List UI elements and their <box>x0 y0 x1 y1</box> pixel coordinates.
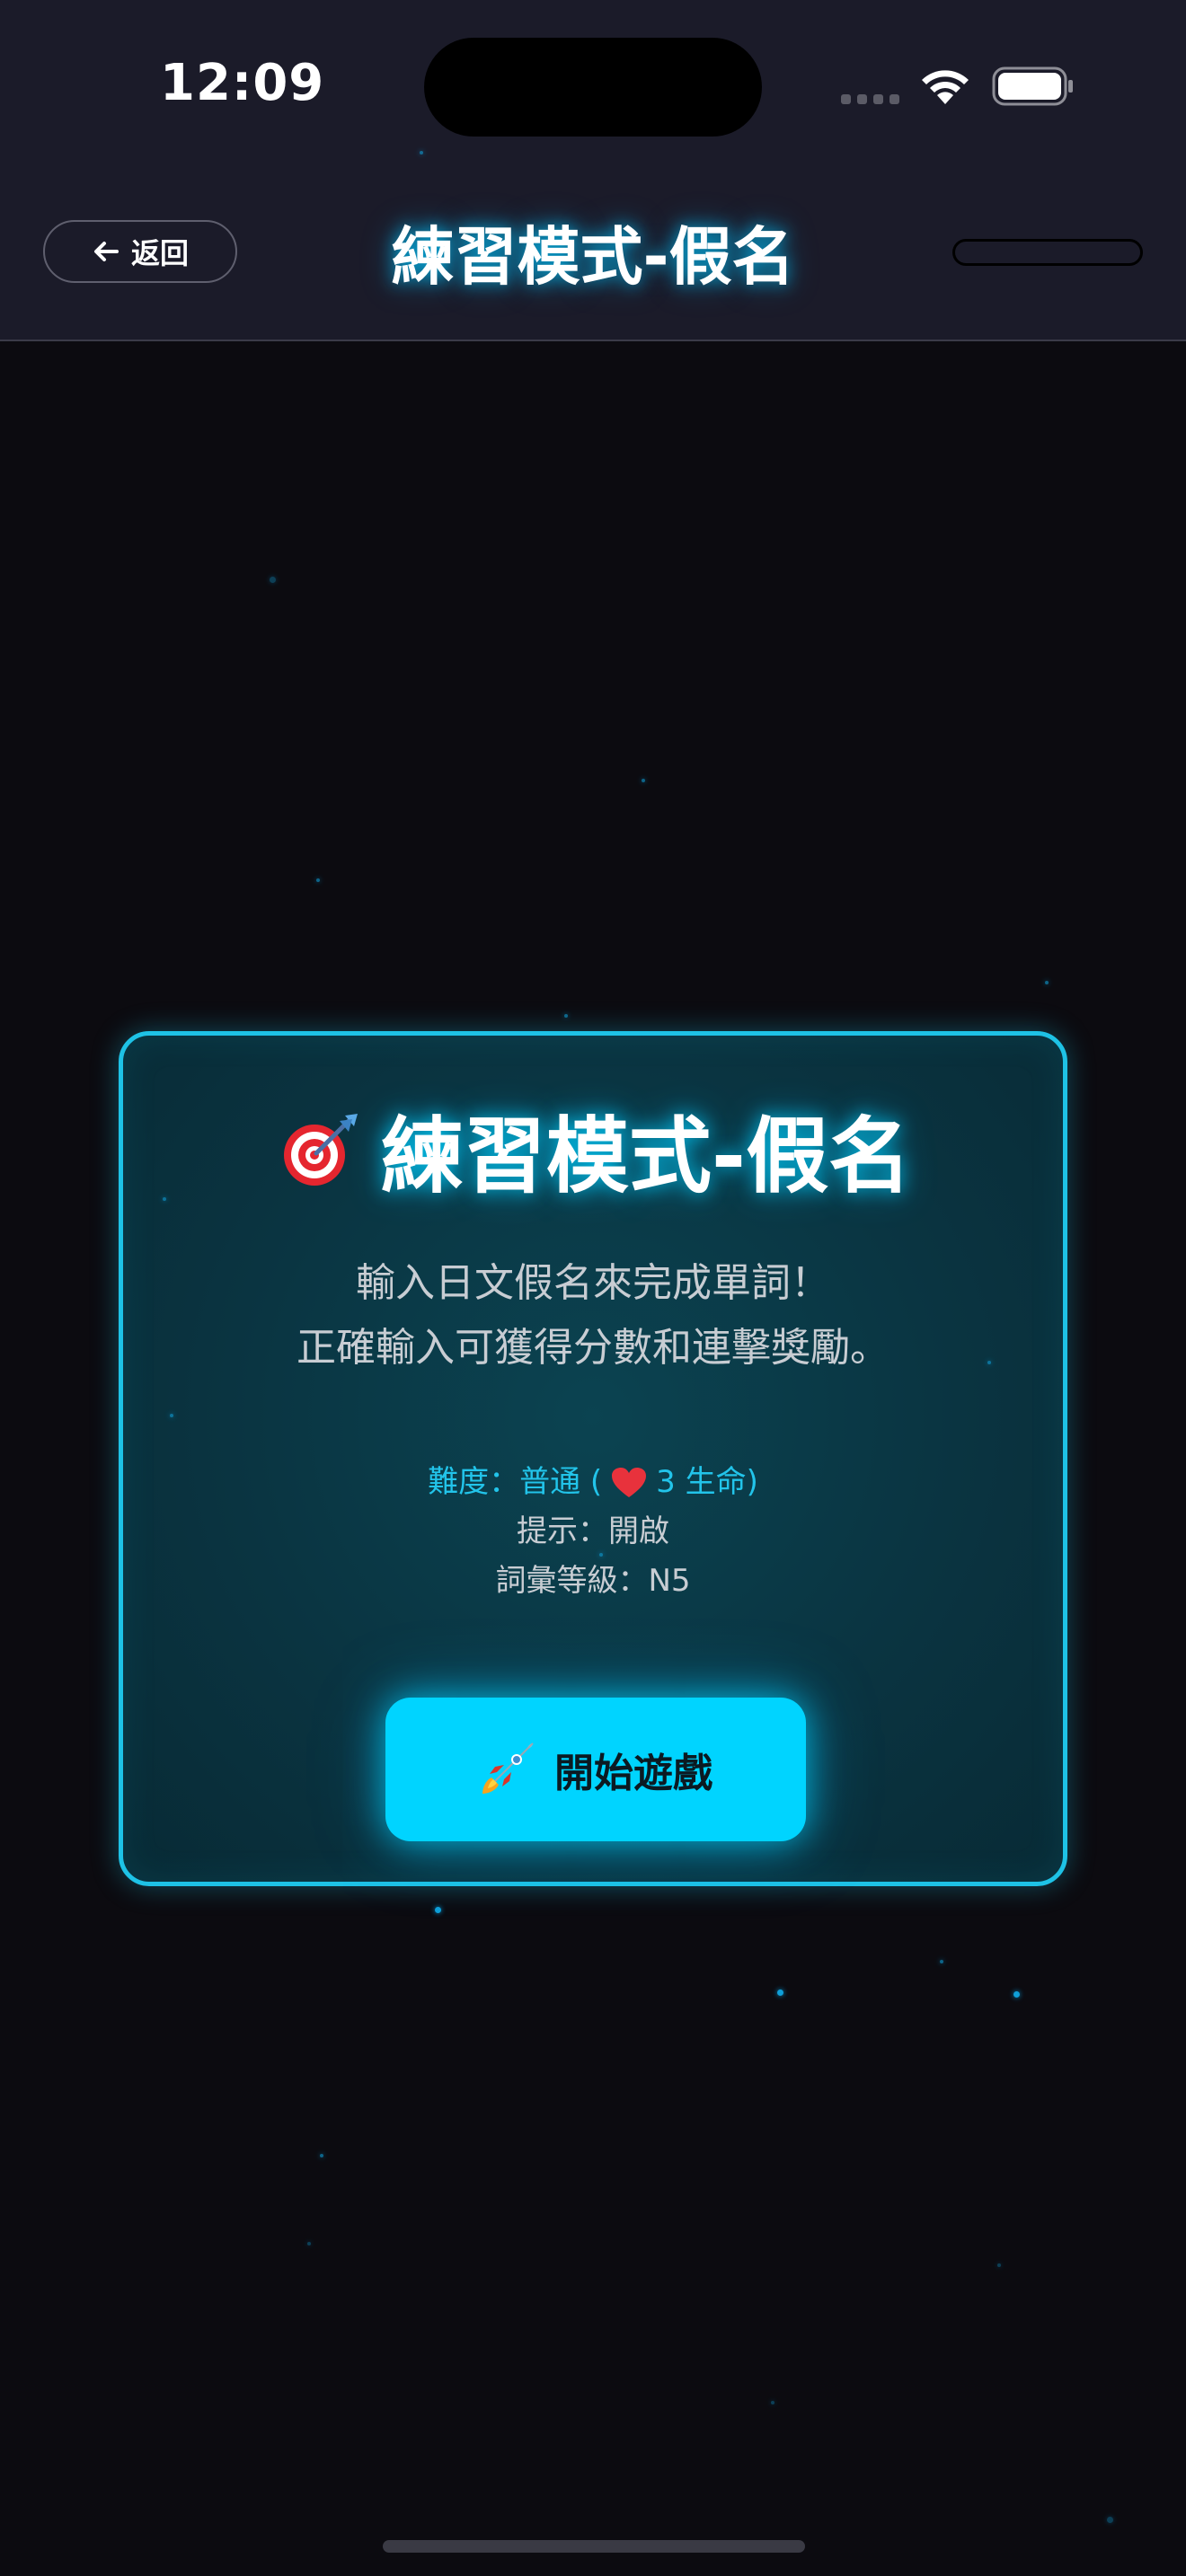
background-particle <box>771 2401 774 2404</box>
target-dart-icon <box>283 1113 358 1186</box>
background-particle <box>777 1989 783 1996</box>
background-particle <box>1045 981 1049 984</box>
difficulty-label: 難度：普通 ( <box>428 1464 603 1500</box>
background-particle <box>307 2242 311 2245</box>
wifi-icon <box>922 70 969 104</box>
status-time: 12:09 <box>160 54 325 112</box>
game-settings: 難度：普通 ( 3 生命) 提示：開啟 詞彙等級：N5 <box>123 1458 1063 1606</box>
background-particle <box>435 1907 441 1913</box>
start-button-label: 開始遊戲 <box>554 1751 712 1796</box>
vocab-level-info: 詞彙等級：N5 <box>495 1563 691 1599</box>
background-particle <box>564 1014 568 1018</box>
background-particle <box>940 1960 943 1963</box>
description-line: 正確輸入可獲得分數和連擊獎勵。 <box>296 1325 890 1371</box>
background-particle <box>1107 2517 1113 2523</box>
lives-label: 3 生命) <box>656 1464 758 1500</box>
background-particle <box>170 1414 173 1417</box>
cellular-signal-icon <box>841 94 899 104</box>
mode-intro-card: 練習模式-假名 輸入日文假名來完成單詞！ 正確輸入可獲得分數和連擊獎勵。 難度：… <box>119 1031 1067 1886</box>
background-particle <box>997 2263 1001 2267</box>
dynamic-island <box>424 38 762 137</box>
battery-icon <box>992 66 1073 106</box>
background-particle <box>270 577 276 583</box>
background-particle <box>420 151 423 154</box>
background-particle <box>1013 1991 1020 1998</box>
card-title: 練習模式-假名 <box>123 1090 1063 1209</box>
difficulty-info: 難度：普通 ( 3 生命) <box>123 1458 1063 1507</box>
home-indicator[interactable] <box>383 2540 805 2553</box>
card-description: 輸入日文假名來完成單詞！ 正確輸入可獲得分數和連擊獎勵。 <box>123 1251 1063 1381</box>
background-particle <box>320 2154 323 2157</box>
background-particle <box>316 878 320 882</box>
nav-header: 返回 練習模式-假名 <box>0 171 1186 341</box>
hint-info: 提示：開啟 <box>517 1513 669 1549</box>
header-right-placeholder <box>952 239 1143 266</box>
card-title-text: 練習模式-假名 <box>380 1108 912 1204</box>
heart-icon <box>612 1467 647 1497</box>
start-game-button[interactable]: 開始遊戲 <box>385 1698 806 1841</box>
background-particle <box>642 779 645 782</box>
status-bar: 12:09 <box>0 0 1186 171</box>
description-line: 輸入日文假名來完成單詞！ <box>356 1260 830 1306</box>
rocket-icon <box>482 1742 534 1794</box>
screen: 12:09 返回 練習模式-假名 練習模式-假名 輸入日文假名來完成單詞！ 正確… <box>0 0 1186 2576</box>
